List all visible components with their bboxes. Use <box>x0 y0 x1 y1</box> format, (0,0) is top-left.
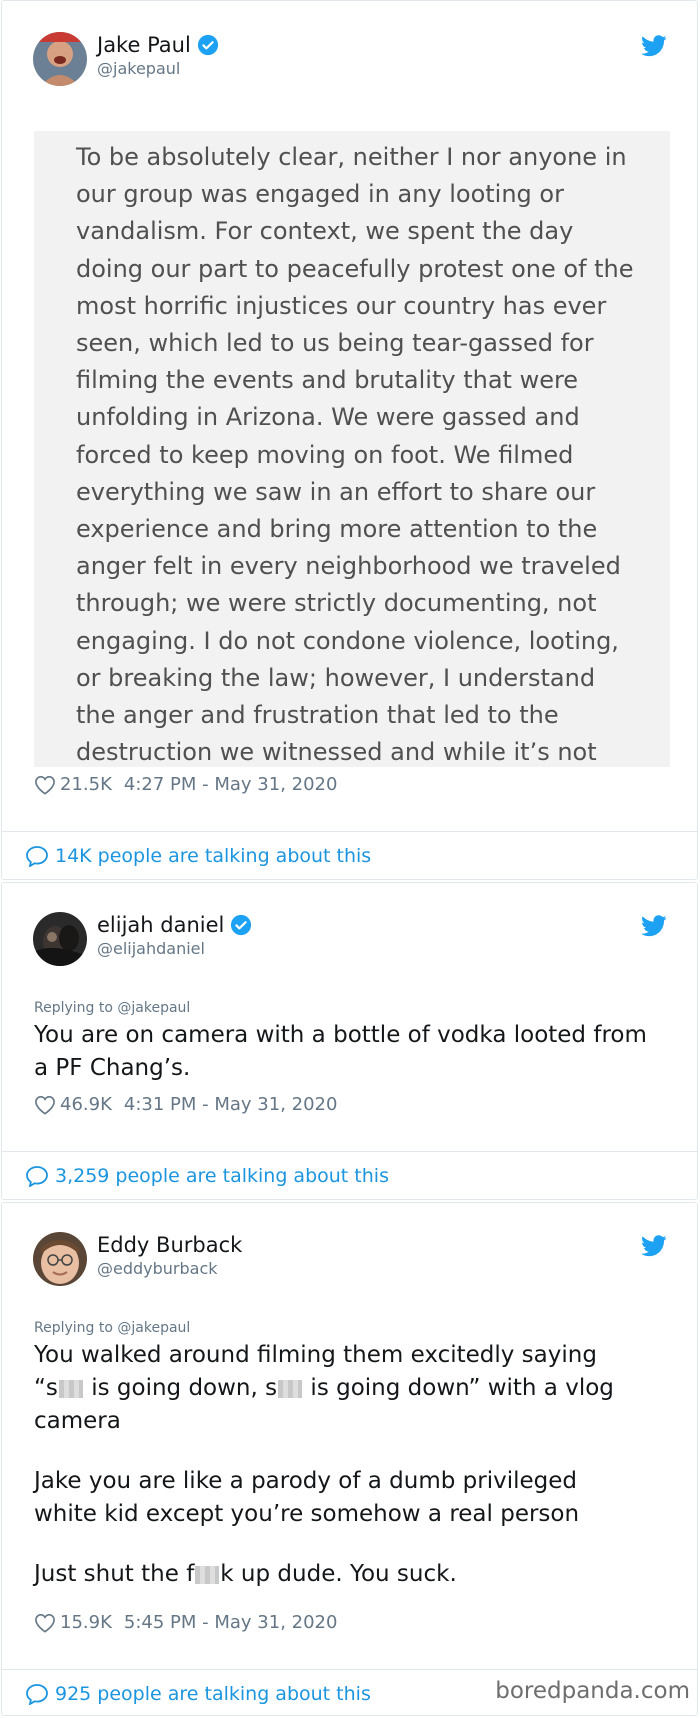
heart-icon[interactable] <box>34 775 56 795</box>
talking-link[interactable]: 3,259 people are talking about this <box>2 1151 697 1200</box>
censor-blur <box>195 1565 220 1584</box>
timestamp[interactable]: 4:27 PM - May 31, 2020 <box>124 774 338 795</box>
twitter-bird-icon[interactable] <box>641 915 667 937</box>
tweet-meta: 46.9K 4:31 PM - May 31, 2020 <box>34 1094 337 1115</box>
speech-bubble-icon <box>26 846 48 867</box>
text-fragment: is going down, s <box>83 1375 278 1401</box>
statement-image-text: To be absolutely clear, neither I nor an… <box>76 143 634 767</box>
watermark: boredpanda.com <box>495 1678 690 1704</box>
verified-badge-icon <box>197 34 218 56</box>
handle[interactable]: @eddyburback <box>97 1259 218 1278</box>
tweet-card-elijahdaniel: elijah daniel @elijahdaniel Replying to … <box>1 882 698 1200</box>
display-name[interactable]: Jake Paul <box>97 33 219 57</box>
handle[interactable]: @elijahdaniel <box>97 939 205 958</box>
speech-bubble-icon <box>26 1166 48 1187</box>
censor-blur <box>58 1379 83 1398</box>
display-name[interactable]: elijah daniel <box>97 913 252 937</box>
avatar[interactable] <box>33 1232 87 1286</box>
talking-count[interactable]: 14K people are talking about this <box>55 845 371 867</box>
timestamp[interactable]: 5:45 PM - May 31, 2020 <box>124 1612 338 1633</box>
text-fragment: Just shut the f <box>34 1561 195 1587</box>
tweet-text: You are on camera with a bottle of vodka… <box>34 1022 647 1081</box>
twitter-bird-icon[interactable] <box>641 35 667 57</box>
text-fragment: k up dude. You suck. <box>220 1561 457 1587</box>
censor-blur <box>278 1379 303 1398</box>
tweet-text: You walked around filming them excitedly… <box>34 1339 674 1591</box>
display-name[interactable]: Eddy Burback <box>97 1233 242 1257</box>
replying-to[interactable]: Replying to @jakepaul <box>34 1320 190 1336</box>
tweet-card-eddyburback: Eddy Burback @eddyburback Replying to @j… <box>1 1202 698 1716</box>
heart-icon[interactable] <box>34 1613 56 1633</box>
handle[interactable]: @jakepaul <box>97 59 180 78</box>
avatar[interactable] <box>33 32 87 86</box>
tweet-line-1: You walked around filming them excitedly… <box>34 1342 597 1368</box>
speech-bubble-icon <box>26 1684 48 1705</box>
talking-count[interactable]: 3,259 people are talking about this <box>55 1165 389 1187</box>
tweet-meta: 21.5K 4:27 PM - May 31, 2020 <box>34 774 337 795</box>
tweet-meta: 15.9K 5:45 PM - May 31, 2020 <box>34 1612 337 1633</box>
attached-statement-image[interactable]: To be absolutely clear, neither I nor an… <box>34 131 670 767</box>
talking-link[interactable]: 14K people are talking about this <box>2 831 697 880</box>
twitter-bird-icon[interactable] <box>641 1235 667 1257</box>
tweet-paragraph-3: Just shut the f k up dude. You suck. <box>34 1558 674 1591</box>
display-name-text[interactable]: Eddy Burback <box>97 1233 242 1257</box>
avatar[interactable] <box>33 912 87 966</box>
tweet-paragraph-2: Jake you are like a parody of a dumb pri… <box>34 1468 580 1527</box>
like-count[interactable]: 21.5K <box>60 774 112 795</box>
like-count[interactable]: 15.9K <box>60 1612 112 1633</box>
like-count[interactable]: 46.9K <box>60 1094 112 1115</box>
text-fragment: “s <box>34 1375 58 1401</box>
tweet-card-jakepaul: Jake Paul @jakepaul To be absolutely cle… <box>1 0 698 880</box>
timestamp[interactable]: 4:31 PM - May 31, 2020 <box>124 1094 338 1115</box>
replying-to[interactable]: Replying to @jakepaul <box>34 1000 190 1016</box>
heart-icon[interactable] <box>34 1095 56 1115</box>
talking-count[interactable]: 925 people are talking about this <box>55 1683 371 1705</box>
tweet-line-2: “s is going down, s is going down” with … <box>34 1372 674 1438</box>
display-name-text[interactable]: Jake Paul <box>97 33 191 57</box>
verified-badge-icon <box>231 914 252 936</box>
display-name-text[interactable]: elijah daniel <box>97 913 224 937</box>
